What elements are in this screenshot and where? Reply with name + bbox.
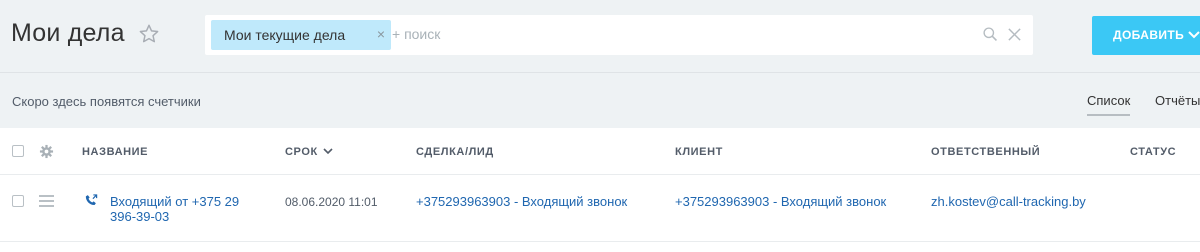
- top-bar: Мои дела Мои текущие дела × + поиск ДОБА…: [0, 0, 1200, 72]
- row-checkbox[interactable]: [12, 195, 24, 207]
- search-icon[interactable]: [982, 26, 999, 43]
- filter-chip[interactable]: Мои текущие дела ×: [211, 20, 391, 50]
- activity-grid: НАЗВАНИЕ СРОК СДЕЛКА/ЛИД КЛИЕНТ ОТВЕТСТВ…: [0, 128, 1200, 252]
- responsible-link[interactable]: zh.kostev@call-tracking.by: [931, 194, 1086, 209]
- chevron-down-icon[interactable]: [1188, 30, 1200, 40]
- column-status[interactable]: СТАТУС: [1130, 146, 1176, 158]
- phone-icon: [85, 194, 98, 206]
- select-all-checkbox[interactable]: [12, 145, 24, 157]
- column-responsible[interactable]: ОТВЕТСТВЕННЫЙ: [931, 146, 1040, 158]
- filter-search-box[interactable]: Мои текущие дела × + поиск: [205, 15, 1033, 55]
- filter-chip-label: Мои текущие дела: [224, 27, 346, 43]
- add-button[interactable]: ДОБАВИТЬ: [1092, 16, 1200, 55]
- menu-icon[interactable]: [39, 195, 54, 207]
- add-button-label: ДОБАВИТЬ: [1113, 28, 1185, 42]
- grid-header: НАЗВАНИЕ СРОК СДЕЛКА/ЛИД КЛИЕНТ ОТВЕТСТВ…: [0, 128, 1200, 175]
- counters-note: Скоро здесь появятся счетчики: [12, 94, 201, 109]
- gear-icon[interactable]: [39, 144, 54, 159]
- activity-name-link[interactable]: Входящий от +375 29 396-39-03: [110, 194, 240, 224]
- sort-chevron-icon[interactable]: [323, 148, 333, 155]
- search-input[interactable]: + поиск: [392, 26, 440, 42]
- client-link[interactable]: +375293963903 - Входящий звонок: [675, 194, 886, 209]
- column-deadline[interactable]: СРОК: [285, 146, 318, 158]
- column-name[interactable]: НАЗВАНИЕ: [82, 146, 148, 158]
- table-row[interactable]: Входящий от +375 29 396-39-03 08.06.2020…: [0, 176, 1200, 242]
- page-title: Мои дела: [11, 19, 125, 47]
- tab-reports[interactable]: Отчёты: [1155, 93, 1200, 108]
- header-divider: [0, 72, 1200, 73]
- deadline-value: 08.06.2020 11:01: [285, 195, 378, 209]
- remove-filter-icon[interactable]: ×: [377, 26, 385, 42]
- column-client[interactable]: КЛИЕНТ: [675, 146, 723, 158]
- clear-icon[interactable]: [1007, 27, 1022, 42]
- deal-link[interactable]: +375293963903 - Входящий звонок: [416, 194, 627, 209]
- star-icon[interactable]: [138, 23, 160, 45]
- tab-list[interactable]: Список: [1087, 93, 1131, 116]
- column-deal[interactable]: СДЕЛКА/ЛИД: [416, 146, 494, 158]
